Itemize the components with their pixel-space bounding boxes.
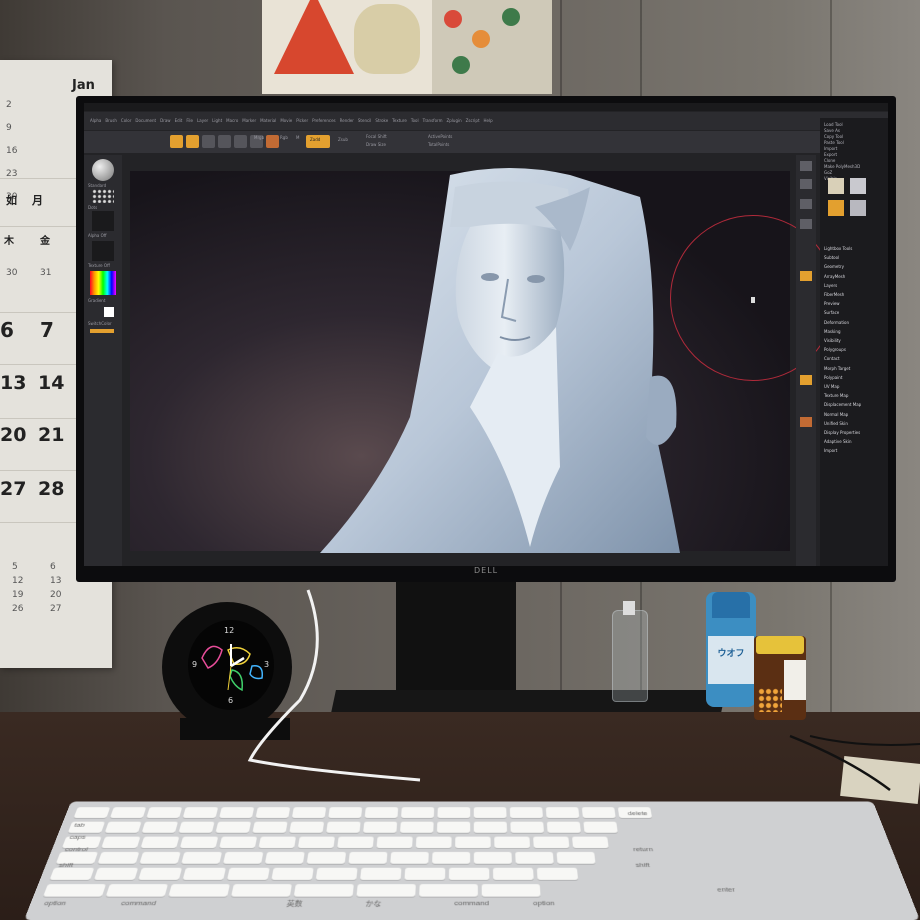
cables — [0, 0, 920, 920]
black-cable — [810, 736, 920, 745]
white-cable — [250, 590, 420, 780]
